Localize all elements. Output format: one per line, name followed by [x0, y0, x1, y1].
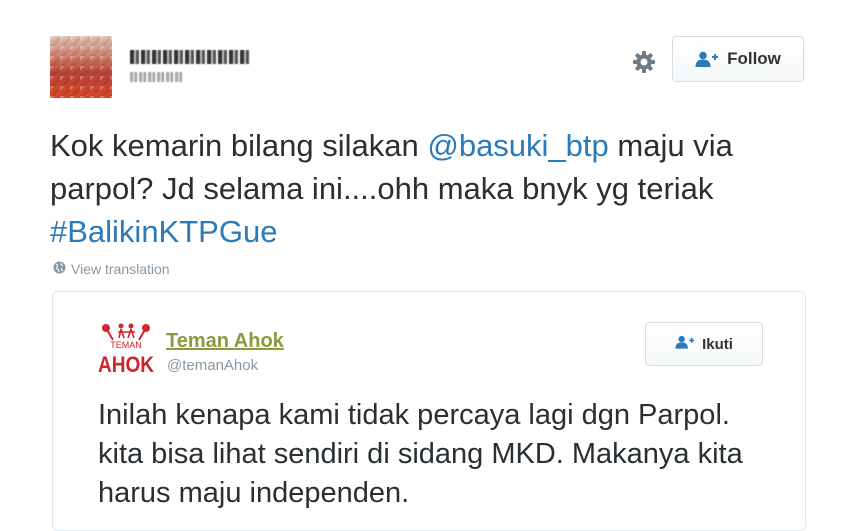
quoted-author-name[interactable]: Teman Ahok [166, 330, 284, 353]
globe-icon [53, 261, 66, 277]
logo-big-text: AHOK [98, 352, 154, 377]
follow-label: Follow [727, 49, 781, 68]
logo-small-text: TEMAN [110, 340, 142, 350]
view-translation-label: View translation [71, 261, 170, 277]
author-name[interactable]: █ ███ ██████ █ [130, 50, 251, 64]
quoted-author-handle[interactable]: @temanAhok [167, 357, 258, 374]
tweet-header: █ ███ ██████ █ █████ ██ [50, 36, 806, 98]
author-avatar[interactable] [50, 36, 112, 98]
author-handle[interactable]: █████ ██ [130, 72, 183, 82]
ikuti-button[interactable]: Ikuti [645, 322, 763, 366]
tweet-text: Kok kemarin bilang silakan @basuki_btp m… [50, 124, 810, 253]
view-translation-link[interactable]: View translation [53, 261, 170, 277]
add-user-icon [695, 51, 719, 67]
quoted-tweet-text: Inilah kenapa kami tidak percaya lagi dg… [98, 399, 743, 509]
ikuti-label: Ikuti [702, 335, 733, 353]
teman-ahok-logo[interactable]: TEMAN AHOK [97, 320, 155, 378]
add-user-icon [675, 335, 695, 353]
tweet-text-part1: Kok kemarin bilang silakan [50, 128, 428, 163]
hashtag-link[interactable]: #BalikinKTPGue [50, 214, 277, 249]
follow-button[interactable]: Follow [672, 36, 804, 82]
mention-link[interactable]: @basuki_btp [427, 128, 608, 163]
quoted-tweet[interactable]: TEMAN AHOK Teman Ahok @temanAhok Ikuti I… [52, 291, 806, 531]
gear-icon[interactable] [632, 50, 656, 74]
